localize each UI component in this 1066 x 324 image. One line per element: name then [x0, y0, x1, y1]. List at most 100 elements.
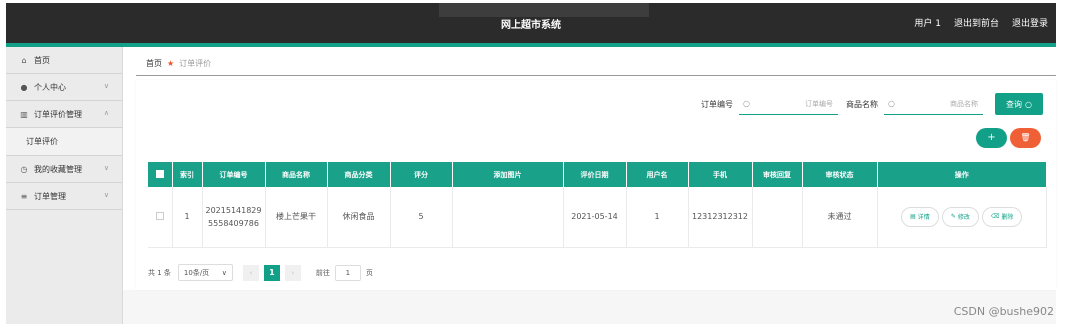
sidebar-item-label: 订单评价管理	[34, 109, 82, 119]
cell-user: 1	[626, 187, 689, 248]
chevron-down-icon: ∨	[103, 191, 109, 199]
column-header: 商品分类	[327, 162, 391, 187]
chart-icon: ▥	[20, 109, 28, 119]
total-count: 共 1 条	[148, 268, 171, 277]
row-actions: ▤ 详情 ✎ 修改 ⌫ 删除	[878, 206, 1047, 227]
logout-link[interactable]: 退出登录	[1012, 16, 1048, 29]
browser-tab-strip	[439, 3, 649, 17]
home-icon: ⌂	[21, 55, 27, 65]
edit-label: 修改	[957, 214, 970, 222]
row-checkbox[interactable]	[155, 211, 164, 220]
chevron-down-icon: ∨	[103, 82, 109, 90]
sidebar-subitem-review[interactable]: 订单评价	[6, 128, 122, 156]
cell-index: 1	[172, 187, 203, 248]
cell-reply	[752, 187, 803, 248]
review-table: 索引 订单编号 商品名称 商品分类 评分 添加图片 评价日期 用户名 手机 审核…	[148, 162, 1047, 248]
pagination: 共 1 条 10条/页 ∨ ‹ 1 › 前往 1 页	[148, 264, 373, 281]
column-header: 评价日期	[563, 162, 627, 187]
column-header: 审核回复	[752, 162, 803, 187]
column-header: 手机	[688, 162, 753, 187]
page-size-select[interactable]: 10条/页 ∨	[177, 264, 233, 281]
breadcrumb-current: 订单评价	[179, 59, 212, 68]
sidebar-item-label: 我的收藏管理	[34, 164, 82, 174]
order-no-input[interactable]	[753, 99, 833, 108]
watermark: CSDN @bushe902	[953, 305, 1054, 318]
column-header: 添加图片	[452, 162, 564, 187]
sidebar-item-label: 个人中心	[34, 82, 66, 92]
delete-button[interactable]: 🗑	[1010, 128, 1041, 148]
column-header: 审核状态	[802, 162, 878, 187]
order-no-line-2: 5558409786	[208, 218, 259, 228]
cell-score: 5	[390, 187, 453, 248]
query-label: 查询	[1006, 99, 1022, 109]
breadcrumb: 首页 ★ 订单评价	[136, 52, 1056, 76]
accent-stripe	[6, 43, 1056, 47]
column-header: 操作	[877, 162, 1047, 187]
list-icon: ≡	[20, 191, 28, 201]
table-row: 1 20215141829 5558409786 楼上芒果干 休闲食品 5 20…	[148, 187, 1047, 248]
prev-page-button[interactable]: ‹	[242, 264, 259, 281]
search-icon: ○	[1025, 99, 1032, 109]
cell-goods-name: 楼上芒果干	[265, 187, 328, 248]
sidebar-item-personal-center[interactable]: ● 个人中心 ∨	[6, 74, 122, 101]
search-bar: 订单编号 ○ 商品名称 ○ 查询 ○	[701, 93, 1043, 115]
sidebar-item-favorites[interactable]: ◷ 我的收藏管理 ∨	[6, 156, 122, 183]
main-content: 订单编号 ○ 商品名称 ○ 查询 ○ + 🗑 索引 订单编号 商品名称 商品分类…	[136, 80, 1056, 290]
sidebar: ⌂ 首页 ● 个人中心 ∨ ▥ 订单评价管理 ∧ 订单评价 ◷ 我的收藏管理 ∨…	[6, 47, 123, 324]
top-links: 用户 1 退出到前台 退出登录	[914, 16, 1048, 29]
cell-image	[452, 187, 564, 248]
chevron-down-icon: ∨	[221, 268, 227, 277]
order-no-field[interactable]: ○	[739, 93, 838, 115]
edit-button[interactable]: ✎ 修改	[941, 206, 979, 227]
cell-order-no: 20215141829 5558409786	[202, 187, 266, 248]
page-suffix: 页	[365, 268, 373, 277]
current-page[interactable]: 1	[263, 264, 280, 281]
breadcrumb-home[interactable]: 首页	[146, 58, 162, 69]
order-no-label: 订单编号	[701, 99, 733, 109]
sidebar-item-review-management[interactable]: ▥ 订单评价管理 ∧	[6, 101, 122, 128]
detail-button[interactable]: ▤ 详情	[901, 206, 939, 227]
app-title: 网上超市系统	[501, 20, 561, 31]
column-header: 商品名称	[265, 162, 328, 187]
column-header: 订单编号	[202, 162, 266, 187]
page-background	[123, 290, 1056, 324]
next-page-button[interactable]: ›	[284, 264, 301, 281]
select-all-checkbox[interactable]	[155, 169, 164, 178]
sidebar-item-label: 首页	[34, 55, 50, 65]
search-icon: ○	[743, 99, 750, 108]
search-icon: ○	[888, 99, 895, 108]
goto-label: 前往	[315, 268, 330, 277]
row-select-cell	[148, 187, 173, 248]
column-header: 评分	[390, 162, 453, 187]
document-icon: ▤	[910, 213, 916, 221]
star-icon: ★	[167, 59, 175, 68]
select-all-cell	[148, 162, 173, 187]
back-to-front-link[interactable]: 退出到前台	[954, 16, 999, 29]
goto-page-input[interactable]: 1	[334, 264, 361, 281]
cell-date: 2021-05-14	[563, 187, 627, 248]
query-button[interactable]: 查询 ○	[995, 93, 1043, 115]
delete-row-button[interactable]: ⌫ 删除	[981, 206, 1023, 227]
trash-icon: ⌫	[990, 213, 1000, 221]
cell-category: 休闲食品	[327, 187, 391, 248]
clock-icon: ◷	[20, 164, 28, 174]
column-header: 用户名	[626, 162, 689, 187]
table-header-row: 索引 订单编号 商品名称 商品分类 评分 添加图片 评价日期 用户名 手机 审核…	[148, 162, 1047, 187]
detail-label: 详情	[917, 214, 930, 222]
pencil-icon: ✎	[950, 213, 956, 221]
current-user-link[interactable]: 用户 1	[914, 16, 941, 29]
add-button[interactable]: +	[976, 128, 1007, 148]
cell-phone: 12312312312	[688, 187, 753, 248]
top-bar: 网上超市系统 用户 1 退出到前台 退出登录	[6, 3, 1056, 43]
sidebar-item-home[interactable]: ⌂ 首页	[6, 47, 122, 74]
cell-status: 未通过	[802, 187, 878, 248]
goods-name-input[interactable]	[898, 99, 978, 108]
page-size-value: 10条/页	[183, 268, 210, 277]
column-header: 索引	[172, 162, 203, 187]
goods-name-field[interactable]: ○	[884, 93, 983, 115]
chevron-up-icon: ∧	[103, 109, 109, 117]
goods-name-label: 商品名称	[846, 99, 878, 109]
cell-actions: ▤ 详情 ✎ 修改 ⌫ 删除	[877, 187, 1047, 248]
user-icon: ●	[20, 82, 28, 92]
sidebar-item-orders[interactable]: ≡ 订单管理 ∨	[6, 183, 122, 210]
